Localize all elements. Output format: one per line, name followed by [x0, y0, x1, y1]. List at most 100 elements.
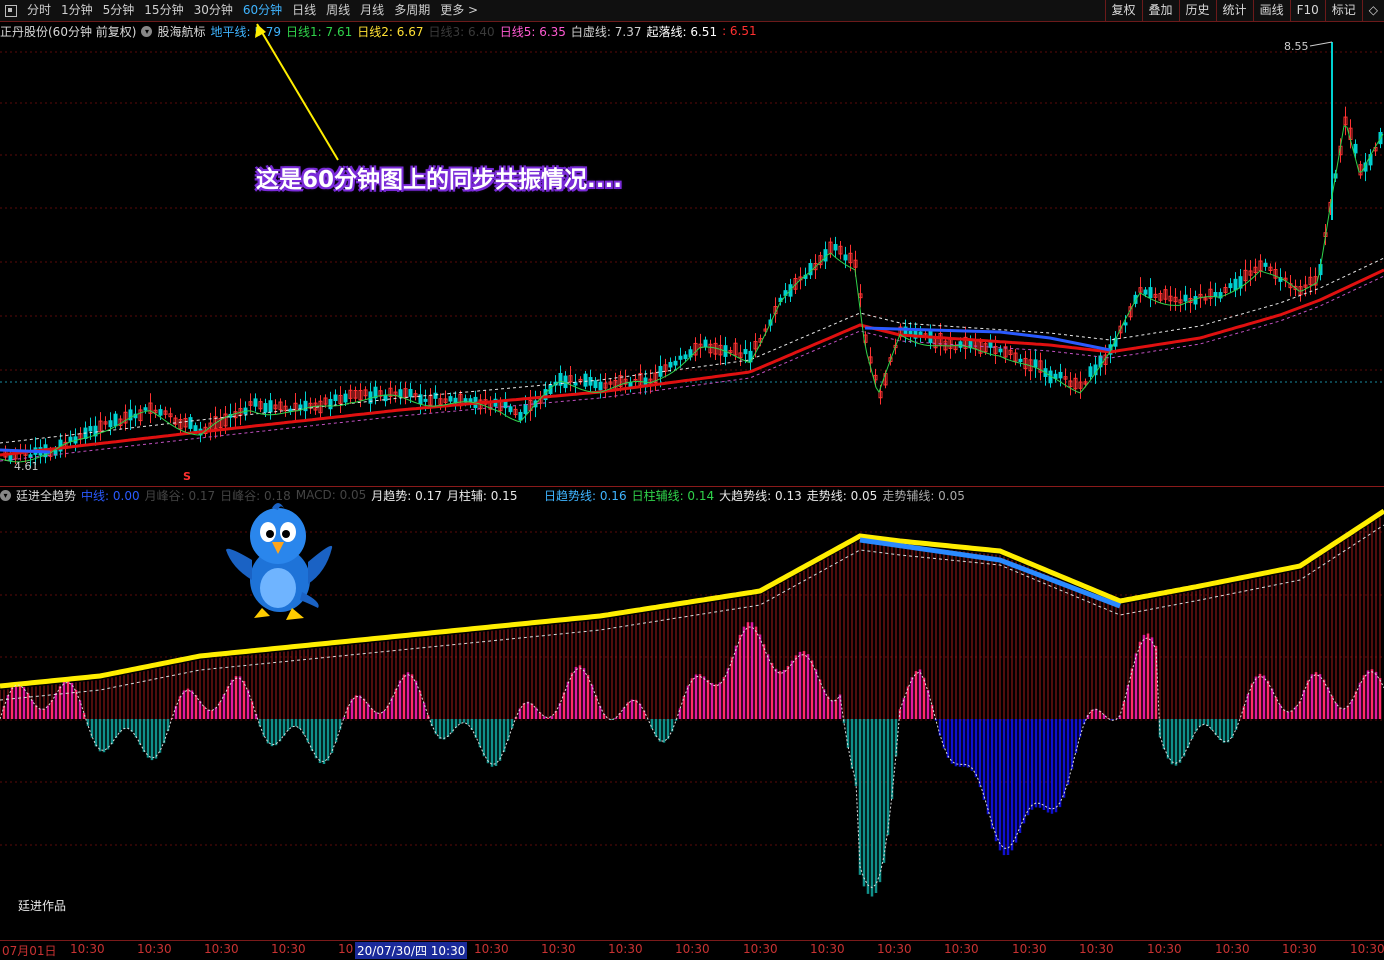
time-tick: 10:30 — [810, 942, 845, 956]
candle-body — [89, 427, 92, 431]
candle-body — [189, 418, 192, 429]
candle-body — [1149, 288, 1152, 298]
time-tick: 10:30 — [743, 942, 778, 956]
candle-body — [1214, 293, 1217, 297]
time-tick: 10:30 — [541, 942, 576, 956]
dropdown-icon[interactable]: ▾ — [0, 490, 11, 501]
candle-body — [69, 437, 72, 441]
candle-body — [589, 378, 592, 386]
candle-body — [1059, 372, 1062, 377]
candle-body — [409, 389, 412, 396]
candle-body — [1234, 279, 1237, 290]
time-tick: 10:30 — [204, 942, 239, 956]
candle-body — [114, 414, 117, 426]
sub-indicator-histogram — [0, 511, 1384, 897]
candle-body — [1034, 360, 1037, 367]
time-tick: 10:30 — [1147, 942, 1182, 956]
time-tick: 10:30 — [877, 942, 912, 956]
candle-body — [509, 407, 512, 412]
candle-body — [434, 393, 437, 398]
candle-body — [564, 376, 567, 387]
candle-body — [594, 381, 597, 388]
moving-averages — [0, 126, 1384, 462]
candle-body — [629, 382, 632, 386]
overlay-marks — [255, 24, 338, 160]
candle-body — [504, 401, 507, 408]
candle-body — [989, 343, 992, 348]
candle-body — [669, 362, 672, 367]
time-tick: 10:30 — [608, 942, 643, 956]
candle-body — [254, 399, 257, 406]
candle-body — [194, 426, 197, 431]
candle-body — [144, 408, 147, 410]
candlesticks — [4, 42, 1382, 468]
sell-signal-marker: S — [183, 470, 191, 483]
indicator-value: 日柱辅线: 0.14 — [632, 487, 715, 504]
indicator-value: 月趋势: 0.17 — [371, 487, 442, 504]
candle-body — [264, 404, 267, 413]
watermark-text: 廷进作品 — [18, 897, 66, 914]
sub-indicator-name[interactable]: 廷进全趋势 — [16, 487, 76, 504]
candle-body — [1019, 359, 1022, 361]
time-tick: 10:30 — [1215, 942, 1250, 956]
candle-body — [1264, 263, 1267, 266]
time-tick: 10:30 — [1282, 942, 1317, 956]
candle-body — [1354, 144, 1357, 152]
candle-body — [344, 394, 347, 402]
indicator-value: 走势辅线: 0.05 — [882, 487, 965, 504]
time-tick: 10 — [338, 942, 353, 956]
time-tick: 07月01日 — [2, 942, 57, 959]
candle-body — [329, 399, 332, 408]
candle-body — [424, 399, 427, 401]
indicator-value: 大趋势线: 0.13 — [719, 487, 802, 504]
time-tick: 10:30 — [70, 942, 105, 956]
candle-body — [519, 412, 522, 419]
candle-body — [1184, 295, 1187, 301]
indicator-value: 月峰谷: 0.17 — [145, 487, 216, 504]
candle-body — [999, 349, 1002, 352]
time-tick: 10:30 — [271, 942, 306, 956]
candle-body — [909, 331, 912, 333]
high-price-pointer — [1310, 42, 1332, 46]
indicator-value: 走势线: 0.05 — [807, 487, 878, 504]
candle-body — [584, 374, 587, 386]
candle-body — [449, 397, 452, 401]
ma-pink-dashed-line — [0, 276, 1384, 461]
indicator-value: 日趋势线: 0.16 — [544, 487, 627, 504]
candle-body — [399, 390, 402, 397]
candle-body — [684, 355, 687, 359]
candle-body — [599, 382, 602, 390]
time-tick: 10:30 — [675, 942, 710, 956]
time-tick: 10:30 — [1012, 942, 1047, 956]
candle-body — [704, 340, 707, 347]
time-tick: 10:30 — [1079, 942, 1114, 956]
chart-canvas — [0, 0, 1384, 959]
time-cursor-label: 20/07/30/四 10:30 — [355, 942, 467, 959]
candle-body — [959, 342, 962, 348]
time-tick: 10:30 — [474, 942, 509, 956]
indicator-value: 中线: 0.00 — [81, 487, 140, 504]
candle-body — [834, 245, 837, 250]
low-price-label: 4.61 — [14, 460, 39, 473]
time-axis: 07月01日 10:30 10:30 10:30 10:30 10 10:30 10:30 10… — [0, 940, 1384, 960]
sub-chart-info-2: 日趋势线: 0.16 日柱辅线: 0.14大趋势线: 0.13 走势线: 0.05走… — [544, 486, 970, 504]
time-tick: 10:30 — [1350, 942, 1384, 956]
candle-body — [269, 401, 272, 412]
candle-body — [744, 350, 747, 354]
candle-body — [969, 340, 972, 347]
bird-mascot-icon — [222, 500, 337, 626]
candle-body — [334, 395, 337, 401]
candle-body — [679, 356, 682, 359]
candle-body — [1229, 284, 1232, 288]
candle-body — [1124, 323, 1127, 325]
candle-body — [109, 421, 112, 427]
indicator-value: 月柱辅: 0.15 — [447, 487, 518, 504]
candle-body — [674, 361, 677, 365]
candle-body — [1089, 367, 1092, 377]
candle-body — [1144, 290, 1147, 294]
horizon-blue-line-start — [0, 450, 50, 452]
high-price-label: 8.55 — [1284, 40, 1309, 53]
candle-body — [659, 366, 662, 376]
annotation-text: 这是60分钟图上的同步共振情况.... — [256, 160, 622, 194]
candle-body — [524, 404, 527, 413]
